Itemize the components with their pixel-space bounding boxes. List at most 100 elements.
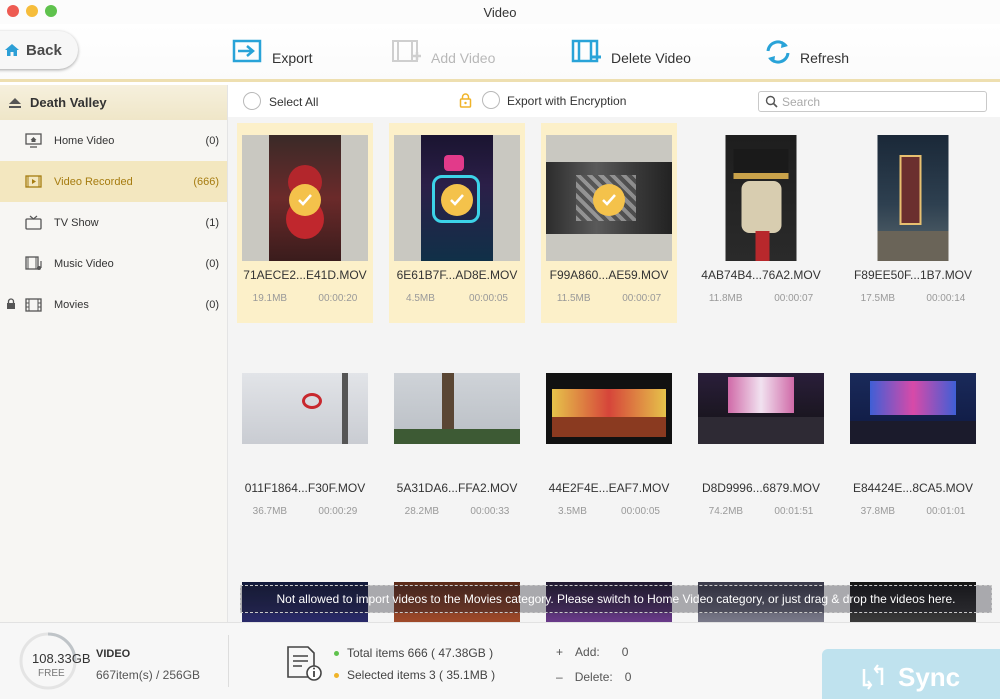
sidebar-item-count: (0): [205, 134, 219, 147]
status-bar: 108.33GB FREE VIDEO 667item(s) / 256GB T…: [0, 622, 1000, 699]
media-type-label: VIDEO: [96, 648, 131, 660]
sidebar-item-music-video[interactable]: Music Video (0): [0, 243, 227, 284]
add-video-icon: [392, 40, 421, 62]
sidebar-item-movies[interactable]: Movies (0): [0, 284, 227, 325]
selected-check-icon: [593, 184, 625, 216]
video-duration: 00:01:51: [774, 506, 814, 517]
sync-label: Sync: [898, 661, 961, 692]
video-name: 44E2F4E...EAF7.MOV: [548, 481, 670, 495]
selected-items-text: Selected items 3 ( 35.1MB ): [347, 668, 496, 682]
selected-check-icon: [289, 184, 321, 216]
video-tile[interactable]: 6E61B7F...AD8E.MOV 4.5MB 00:00:05: [389, 123, 525, 323]
device-item[interactable]: Death Valley: [0, 85, 227, 120]
add-count: + Add: 0: [556, 645, 628, 659]
export-label: Export: [272, 50, 313, 66]
video-thumbnail: [877, 135, 949, 261]
export-icon: [232, 39, 262, 63]
video-duration: 00:00:33: [470, 506, 510, 517]
sync-button[interactable]: Sync: [822, 649, 1000, 699]
sidebar-item-home-video[interactable]: Home Video (0): [0, 120, 227, 161]
video-size: 19.1MB: [252, 293, 288, 304]
video-meta: 36.7MB 00:00:29: [237, 506, 373, 517]
video-size: 4.5MB: [406, 293, 435, 304]
video-name: 4AB74B4...76A2.MOV: [701, 268, 821, 282]
content-header: Select All Export with Encryption: [228, 85, 1000, 117]
video-grid: 71AECE2...E41D.MOV 19.1MB 00:00:20 6E61B7…: [228, 117, 1000, 622]
video-tile[interactable]: F89EE50F...1B7.MOV 17.5MB 00:00:14: [845, 123, 981, 323]
video-duration: 00:00:05: [469, 293, 508, 304]
video-size: 17.5MB: [860, 293, 896, 304]
lock-icon: [459, 93, 472, 108]
video-duration: 00:01:01: [926, 506, 966, 517]
video-thumbnail: [698, 373, 824, 444]
video-tile[interactable]: 4AB74B4...76A2.MOV 11.8MB 00:00:07: [693, 123, 829, 323]
divider: [228, 635, 229, 687]
eject-icon: [9, 97, 21, 108]
sidebar-item-label: Home Video: [54, 134, 115, 147]
video-name: F99A860...AE59.MOV: [549, 268, 669, 282]
back-label: Back: [26, 41, 62, 59]
video-duration: 00:00:14: [926, 293, 966, 304]
export-encryption-checkbox[interactable]: [482, 91, 500, 109]
delete-video-label: Delete Video: [611, 50, 691, 66]
video-thumbnail: [546, 373, 672, 444]
total-items-text: Total items 666 ( 47.38GB ): [347, 646, 494, 660]
sidebar-item-tv-show[interactable]: TV Show (1): [0, 202, 227, 243]
video-tile[interactable]: 44E2F4E...EAF7.MOV 3.5MB 00:00:05: [541, 336, 677, 536]
video-tile[interactable]: 71AECE2...E41D.MOV 19.1MB 00:00:20: [237, 123, 373, 323]
home-icon: [5, 44, 19, 56]
video-name: D8D9996...6879.MOV: [701, 481, 821, 495]
video-duration: 00:00:07: [774, 293, 814, 304]
sidebar-item-label: Music Video: [54, 257, 114, 270]
green-dot-icon: [334, 650, 339, 656]
video-tile[interactable]: E84424E...8CA5.MOV 37.8MB 00:01:01: [845, 336, 981, 536]
device-name: Death Valley: [30, 95, 107, 110]
video-tile[interactable]: 5A31DA6...FFA2.MOV 28.2MB 00:00:33: [389, 336, 525, 536]
video-size: 3.5MB: [558, 506, 587, 517]
video-meta: 11.8MB 00:00:07: [693, 293, 829, 304]
video-tile[interactable]: F99A860...AE59.MOV 11.5MB 00:00:07: [541, 123, 677, 323]
refresh-label: Refresh: [800, 50, 850, 66]
delete-video-button[interactable]: Delete Video: [571, 38, 691, 66]
video-tile[interactable]: 011F1864...F30F.MOV 36.7MB 00:00:29: [237, 336, 373, 536]
sync-icon: [862, 664, 884, 690]
sidebar-item-label: TV Show: [54, 216, 99, 229]
video-duration: 00:00:29: [318, 506, 358, 517]
video-size: 11.8MB: [708, 293, 743, 304]
export-button[interactable]: Export: [232, 38, 312, 66]
sidebar-item-count: (0): [205, 298, 219, 311]
plus-icon: +: [556, 645, 564, 659]
video-meta: 4.5MB 00:00:05: [389, 293, 525, 304]
sidebar: Death Valley Home Video (0) Video Record…: [0, 85, 228, 622]
delete-value: 0: [624, 670, 632, 684]
select-all-checkbox[interactable]: [243, 92, 261, 110]
refresh-button[interactable]: Refresh: [764, 38, 849, 66]
tv-icon: [25, 215, 42, 230]
video-duration: 00:00:20: [318, 293, 358, 304]
selected-items: Selected items 3 ( 35.1MB ): [334, 668, 495, 682]
video-size: 28.2MB: [404, 506, 440, 517]
minus-icon: –: [556, 670, 563, 684]
video-meta: 37.8MB 00:01:01: [845, 506, 981, 517]
back-button[interactable]: Back: [0, 31, 78, 69]
video-size: 37.8MB: [860, 506, 896, 517]
video-thumbnail: [242, 373, 368, 444]
sidebar-item-video-recorded[interactable]: Video Recorded (666): [0, 161, 227, 202]
lock-icon: [7, 298, 15, 309]
search-input[interactable]: [782, 94, 972, 109]
add-video-button[interactable]: Add Video: [391, 38, 495, 66]
delete-video-icon: [571, 39, 601, 63]
video-duration: 00:00:05: [621, 506, 660, 517]
yellow-dot-icon: [334, 672, 339, 678]
add-label: Add:: [575, 645, 600, 659]
video-thumbnail: [850, 373, 976, 444]
sidebar-item-count: (1): [205, 216, 219, 229]
video-meta: 19.1MB 00:00:20: [237, 293, 373, 304]
search-box[interactable]: [758, 91, 987, 112]
video-name: F89EE50F...1B7.MOV: [853, 268, 973, 282]
export-encryption-label: Export with Encryption: [507, 94, 627, 108]
storage-free-label: FREE: [38, 668, 65, 679]
video-name: 011F1864...F30F.MOV: [244, 481, 366, 495]
video-tile[interactable]: D8D9996...6879.MOV 74.2MB 00:01:51: [693, 336, 829, 536]
delete-count: – Delete: 0: [556, 670, 631, 684]
